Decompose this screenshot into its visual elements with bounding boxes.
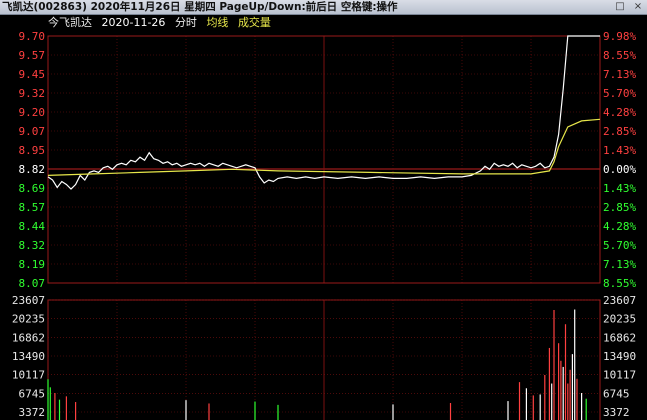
price-tick-label: 9.45 (19, 68, 46, 81)
volume-tick-label: 23607 (12, 294, 45, 307)
price-tick-label: 8.19 (19, 258, 46, 271)
price-tick-label: 9.07 (19, 125, 46, 138)
price-tick-label: 8.57 (19, 201, 46, 214)
price-tick-label: 8.44 (19, 220, 46, 233)
pct-tick-label: 0.00% (603, 163, 636, 176)
pct-tick-label: 4.28% (603, 220, 636, 233)
pct-tick-label: 2.85% (603, 125, 636, 138)
price-tick-label: 9.32 (19, 87, 46, 100)
volume-tick-label: 16862 (603, 331, 636, 344)
pct-tick-label: 9.98% (603, 30, 636, 43)
volume-tick-label: 10117 (603, 369, 636, 382)
volume-tick-label: 3372 (19, 406, 46, 419)
price-tick-label: 9.20 (19, 106, 46, 119)
pct-tick-label: 1.43% (603, 144, 636, 157)
pct-tick-label: 4.28% (603, 106, 636, 119)
pct-tick-label: 2.85% (603, 201, 636, 214)
volume-tick-label: 23607 (603, 294, 636, 307)
volume-tick-label: 20235 (12, 313, 45, 326)
volume-tick-label: 6745 (603, 387, 630, 400)
volume-tick-label: 20235 (603, 313, 636, 326)
price-tick-label: 8.07 (19, 277, 46, 290)
volume-tick-label: 10117 (12, 369, 45, 382)
pct-tick-label: 8.55% (603, 277, 636, 290)
volume-tick-label: 6745 (19, 387, 46, 400)
pct-tick-label: 1.43% (603, 182, 636, 195)
pct-tick-label: 7.13% (603, 68, 636, 81)
intraday-chart[interactable]: 9.70 9.98% 9.57 8.55% 9.45 7.13% 9.32 5.70% 9.20… (0, 0, 647, 420)
price-tick-label: 9.57 (19, 49, 46, 62)
pct-tick-label: 8.55% (603, 49, 636, 62)
volume-tick-label: 3372 (603, 406, 630, 419)
price-tick-label: 9.70 (19, 30, 46, 43)
volume-tick-label: 13490 (603, 350, 636, 363)
pct-tick-label: 5.70% (603, 239, 636, 252)
pct-tick-label: 7.13% (603, 258, 636, 271)
volume-tick-label: 16862 (12, 331, 45, 344)
price-tick-label: 8.32 (19, 239, 46, 252)
price-tick-label: 8.82 (19, 163, 46, 176)
pct-tick-label: 5.70% (603, 87, 636, 100)
volume-tick-label: 13490 (12, 350, 45, 363)
price-tick-label: 8.95 (19, 144, 46, 157)
price-tick-label: 8.69 (19, 182, 46, 195)
